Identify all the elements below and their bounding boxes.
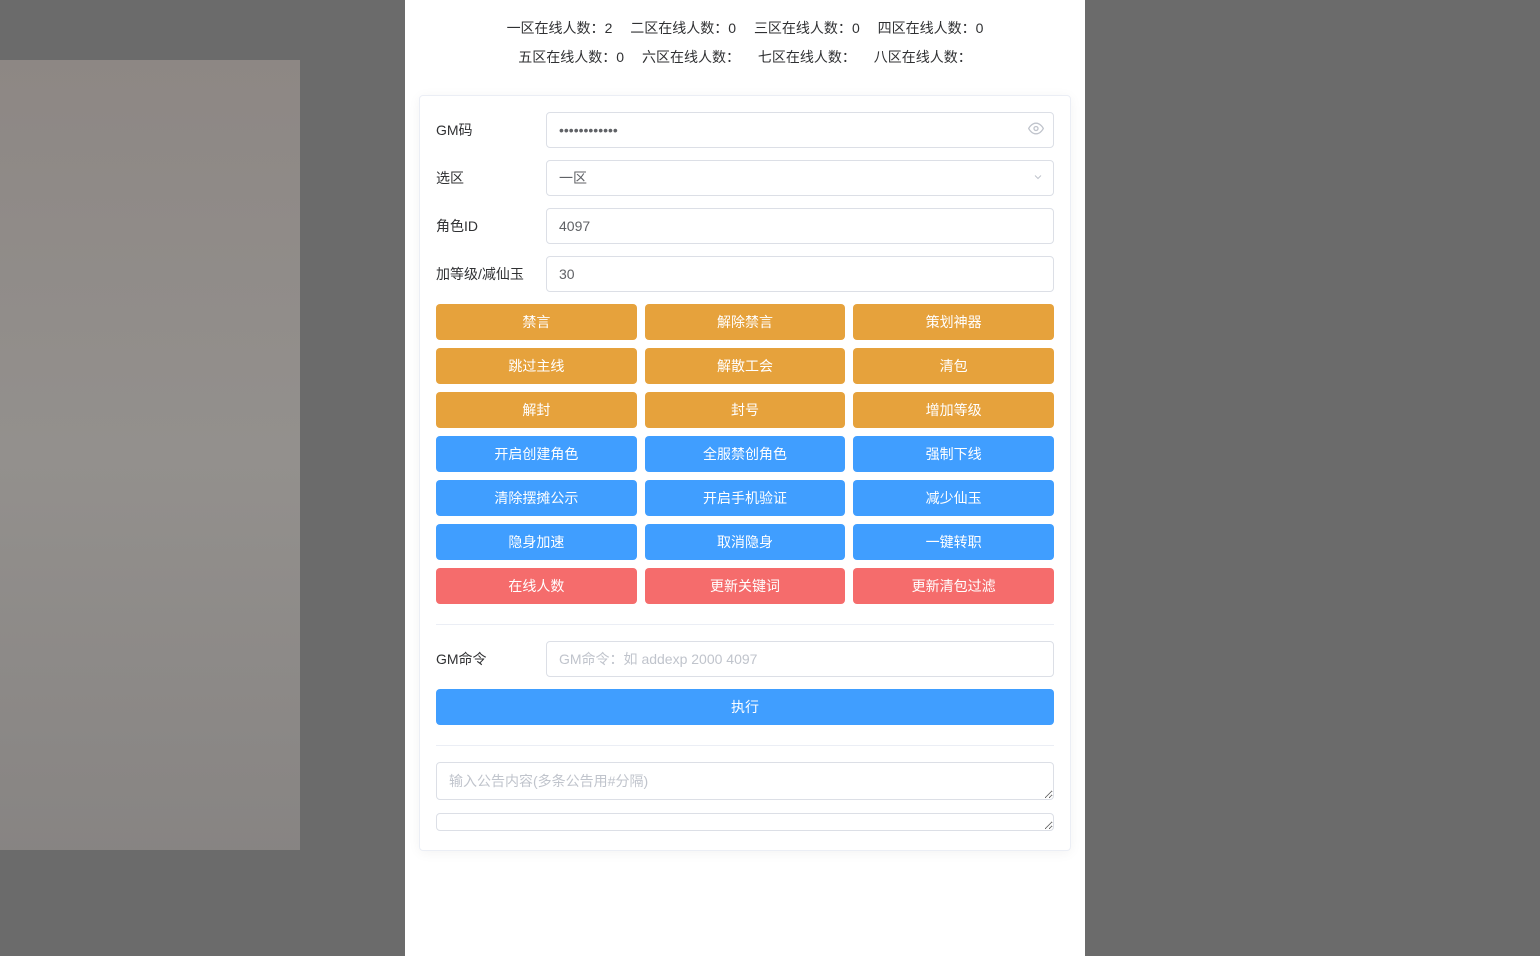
add-level-button[interactable]: 增加等级: [853, 392, 1054, 428]
gm-code-input[interactable]: [546, 112, 1054, 148]
online-count-button[interactable]: 在线人数: [436, 568, 637, 604]
divider-2: [436, 745, 1054, 746]
skip-mainline-button[interactable]: 跳过主线: [436, 348, 637, 384]
stat-zone-3: 三区在线人数：0: [754, 14, 860, 43]
reduce-jade-button[interactable]: 减少仙玉: [853, 480, 1054, 516]
gm-cmd-input[interactable]: [546, 641, 1054, 677]
stat-zone-5: 五区在线人数：0: [518, 43, 624, 72]
force-offline-button[interactable]: 强制下线: [853, 436, 1054, 472]
cancel-invis-button[interactable]: 取消隐身: [645, 524, 846, 560]
stat-zone-6: 六区在线人数：: [642, 43, 740, 72]
execute-button[interactable]: 执行: [436, 689, 1054, 725]
gm-form-card: GM码 选区 角色ID 加等级/减仙玉: [419, 95, 1071, 851]
mute-button[interactable]: 禁言: [436, 304, 637, 340]
stat-zone-7: 七区在线人数：: [758, 43, 856, 72]
action-button-grid: 禁言 解除禁言 策划神器 跳过主线 解散工会 清包 解封 封号 增加等级 开启创…: [436, 304, 1054, 604]
eye-icon[interactable]: [1028, 120, 1044, 139]
update-clearbag-filter-button[interactable]: 更新清包过滤: [853, 568, 1054, 604]
role-id-input[interactable]: [546, 208, 1054, 244]
region-label: 选区: [436, 168, 546, 188]
ban-button[interactable]: 封号: [645, 392, 846, 428]
update-keywords-button[interactable]: 更新关键词: [645, 568, 846, 604]
unmute-button[interactable]: 解除禁言: [645, 304, 846, 340]
disband-guild-button[interactable]: 解散工会: [645, 348, 846, 384]
invis-speed-button[interactable]: 隐身加速: [436, 524, 637, 560]
enable-phone-verify-button[interactable]: 开启手机验证: [645, 480, 846, 516]
disable-create-role-button[interactable]: 全服禁创角色: [645, 436, 846, 472]
unban-button[interactable]: 解封: [436, 392, 637, 428]
region-select[interactable]: [546, 160, 1054, 196]
secondary-textarea[interactable]: [436, 813, 1054, 831]
enable-create-role-button[interactable]: 开启创建角色: [436, 436, 637, 472]
main-panel: 一区在线人数：2 二区在线人数：0 三区在线人数：0 四区在线人数：0 五区在线…: [405, 0, 1085, 956]
online-stats-bar: 一区在线人数：2 二区在线人数：0 三区在线人数：0 四区在线人数：0 五区在线…: [405, 0, 1085, 83]
level-label: 加等级/减仙玉: [436, 264, 546, 284]
one-click-class-change-button[interactable]: 一键转职: [853, 524, 1054, 560]
level-input[interactable]: [546, 256, 1054, 292]
divider: [436, 624, 1054, 625]
stat-zone-1: 一区在线人数：2: [507, 14, 613, 43]
stat-zone-8: 八区在线人数：: [874, 43, 972, 72]
stat-zone-4: 四区在线人数：0: [878, 14, 984, 43]
clear-stall-notice-button[interactable]: 清除摆摊公示: [436, 480, 637, 516]
announcement-textarea[interactable]: [436, 762, 1054, 800]
gm-cmd-label: GM命令: [436, 649, 546, 669]
role-id-label: 角色ID: [436, 216, 546, 236]
character-image: [0, 60, 300, 850]
clear-bag-button[interactable]: 清包: [853, 348, 1054, 384]
gm-code-label: GM码: [436, 120, 546, 140]
planner-artifact-button[interactable]: 策划神器: [853, 304, 1054, 340]
stat-zone-2: 二区在线人数：0: [630, 14, 736, 43]
